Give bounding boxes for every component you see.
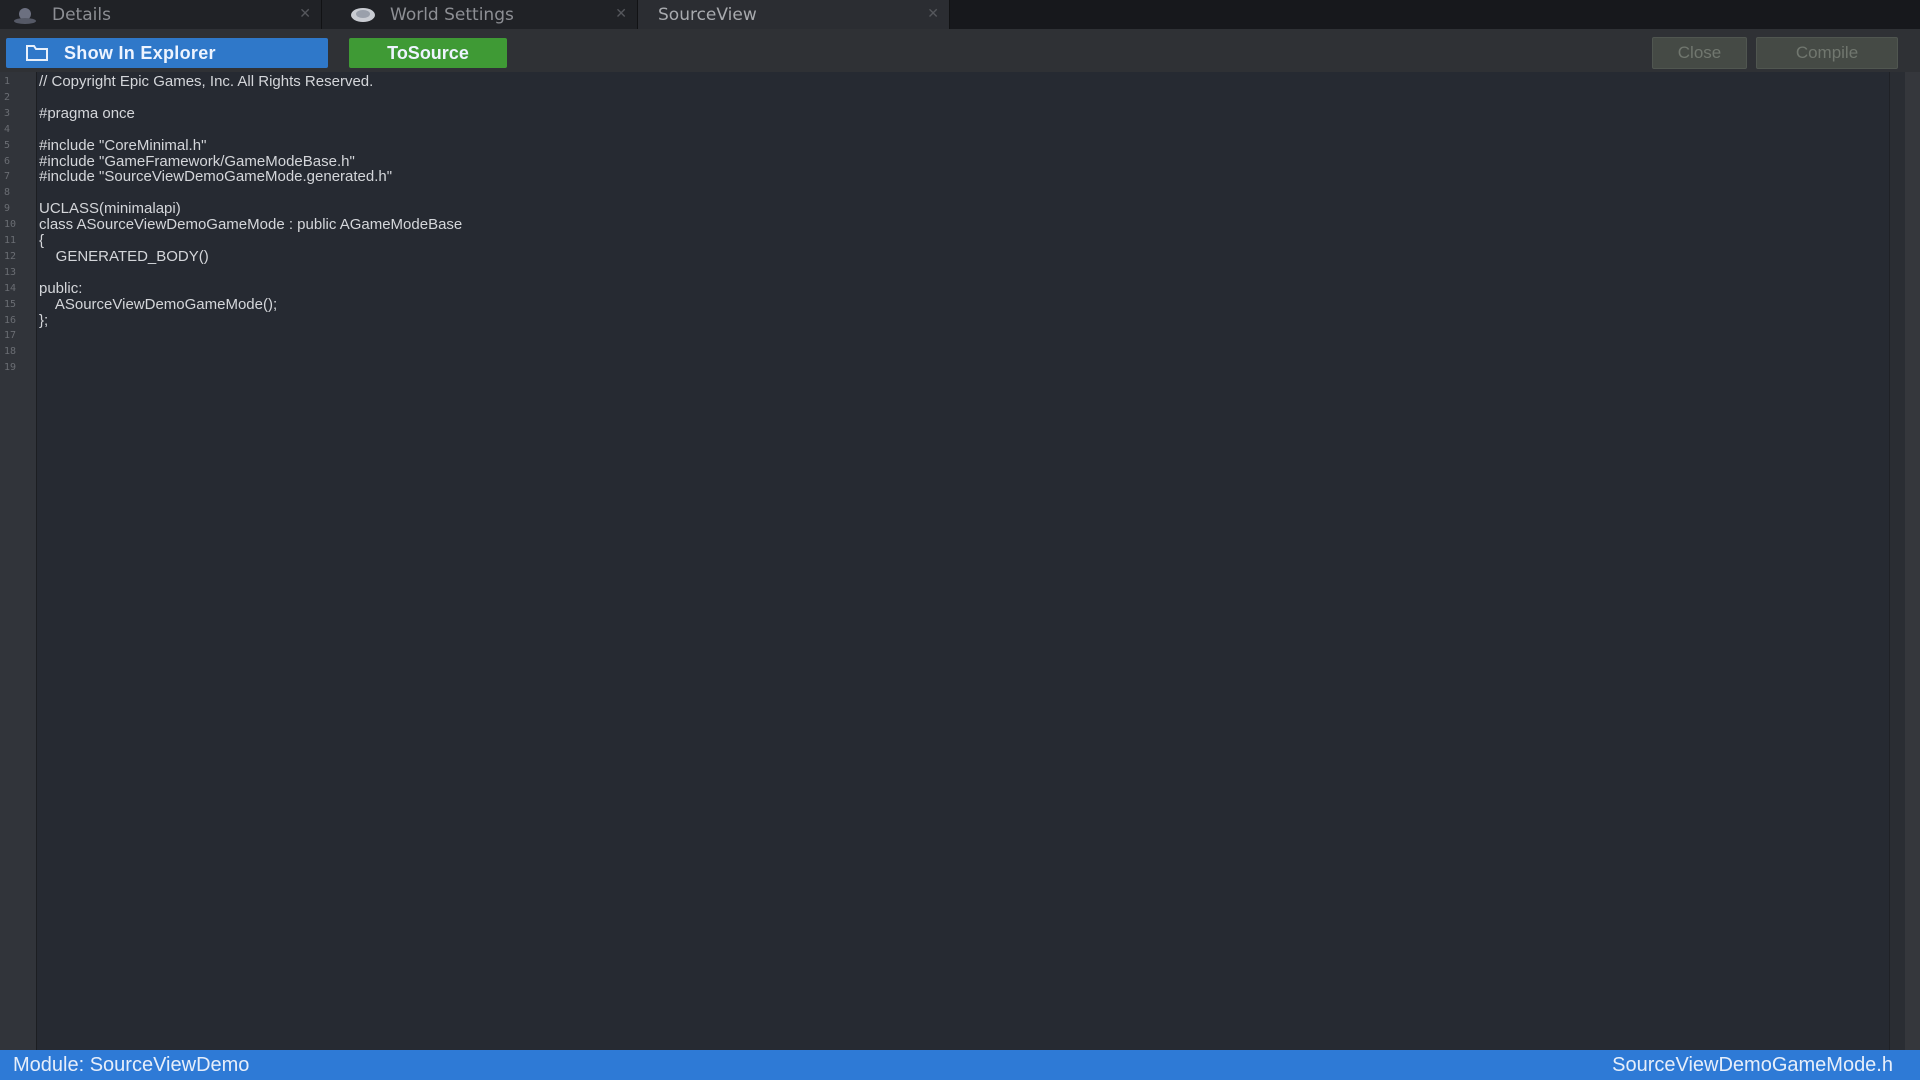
folder-icon	[24, 43, 50, 63]
sourceview-window: Details ✕ World Settings ✕ SourceView ✕	[0, 0, 1920, 1080]
line-number: 12	[4, 250, 17, 262]
line-number: 10	[4, 219, 17, 231]
show-in-explorer-label: Show In Explorer	[64, 42, 216, 63]
code-line[interactable]: #pragma once	[39, 105, 135, 122]
code-line[interactable]: public:	[39, 280, 82, 297]
close-icon[interactable]: ✕	[927, 6, 939, 22]
line-number: 9	[4, 203, 11, 215]
code-line[interactable]: #include "SourceViewDemoGameMode.generat…	[39, 169, 392, 185]
close-label: Close	[1677, 43, 1722, 62]
line-number: 19	[4, 362, 17, 374]
compile-label: Compile	[1795, 43, 1859, 62]
show-in-explorer-button[interactable]: Show In Explorer	[6, 38, 328, 68]
tab-sourceview[interactable]: SourceView ✕	[638, 0, 950, 29]
line-number: 8	[4, 187, 11, 199]
close-icon[interactable]: ✕	[615, 6, 627, 22]
compile-button[interactable]: Compile	[1756, 37, 1898, 69]
line-number: 6	[4, 155, 11, 167]
toolbar: Show In Explorer ToSource Close Compile	[0, 29, 1920, 72]
line-number-gutter: 1 2 3 4 5 6 7 8 9 10 11 12 13 14 15 16 17 18 19	[0, 72, 37, 1050]
file-name: SourceViewDemoGameMode.h	[1612, 1054, 1893, 1076]
to-source-label: ToSource	[387, 42, 469, 63]
line-number: 11	[4, 235, 17, 246]
tab-sourceview-label: SourceView	[658, 4, 757, 25]
tab-details-label: Details	[52, 4, 111, 25]
vertical-scrollbar[interactable]	[1889, 72, 1905, 1050]
code-line[interactable]: #include "CoreMinimal.h"	[39, 137, 206, 154]
line-number: 3	[4, 107, 11, 119]
line-number: 18	[4, 346, 17, 358]
line-number: 14	[4, 282, 17, 294]
tab-details[interactable]: Details ✕	[0, 0, 322, 29]
code-line[interactable]: UCLASS(minimalapi)	[39, 201, 181, 217]
tab-world-settings[interactable]: World Settings ✕	[322, 0, 638, 29]
code-line[interactable]: ASourceViewDemoGameMode();	[39, 296, 277, 313]
code-line[interactable]: GENERATED_BODY()	[39, 248, 209, 265]
code-editor[interactable]: 1 2 3 4 5 6 7 8 9 10 11 12 13 14 15 16 17 18 19 // Copyrig…	[0, 72, 1905, 1050]
close-button[interactable]: Close	[1652, 37, 1747, 69]
code-line[interactable]: // Copyright Epic Games, Inc. All Rights…	[39, 74, 373, 90]
code-line[interactable]: };	[39, 312, 48, 329]
to-source-button[interactable]: ToSource	[349, 38, 507, 68]
line-number: 13	[4, 266, 17, 278]
close-icon[interactable]: ✕	[299, 6, 311, 22]
line-number: 1	[4, 76, 11, 87]
line-number: 15	[4, 298, 17, 310]
line-number: 7	[4, 171, 11, 183]
code-line[interactable]: class ASourceViewDemoGameMode : public A…	[39, 217, 462, 233]
module-name: Module: SourceViewDemo	[13, 1054, 250, 1076]
code-line[interactable]: #include "GameFramework/GameModeBase.h"	[39, 153, 355, 170]
tab-strip: Details ✕ World Settings ✕ SourceView ✕	[0, 0, 1920, 29]
line-number: 2	[4, 91, 11, 103]
code-line[interactable]: {	[39, 233, 44, 249]
line-number: 16	[4, 314, 17, 326]
line-number: 17	[4, 330, 17, 342]
world-icon	[350, 6, 376, 24]
details-icon	[12, 6, 38, 24]
line-number: 4	[4, 123, 11, 135]
tab-world-settings-label: World Settings	[390, 4, 514, 25]
window-edge	[1905, 72, 1920, 1050]
status-bar: Module: SourceViewDemo SourceViewDemoGam…	[0, 1050, 1920, 1080]
line-number: 5	[4, 139, 11, 151]
